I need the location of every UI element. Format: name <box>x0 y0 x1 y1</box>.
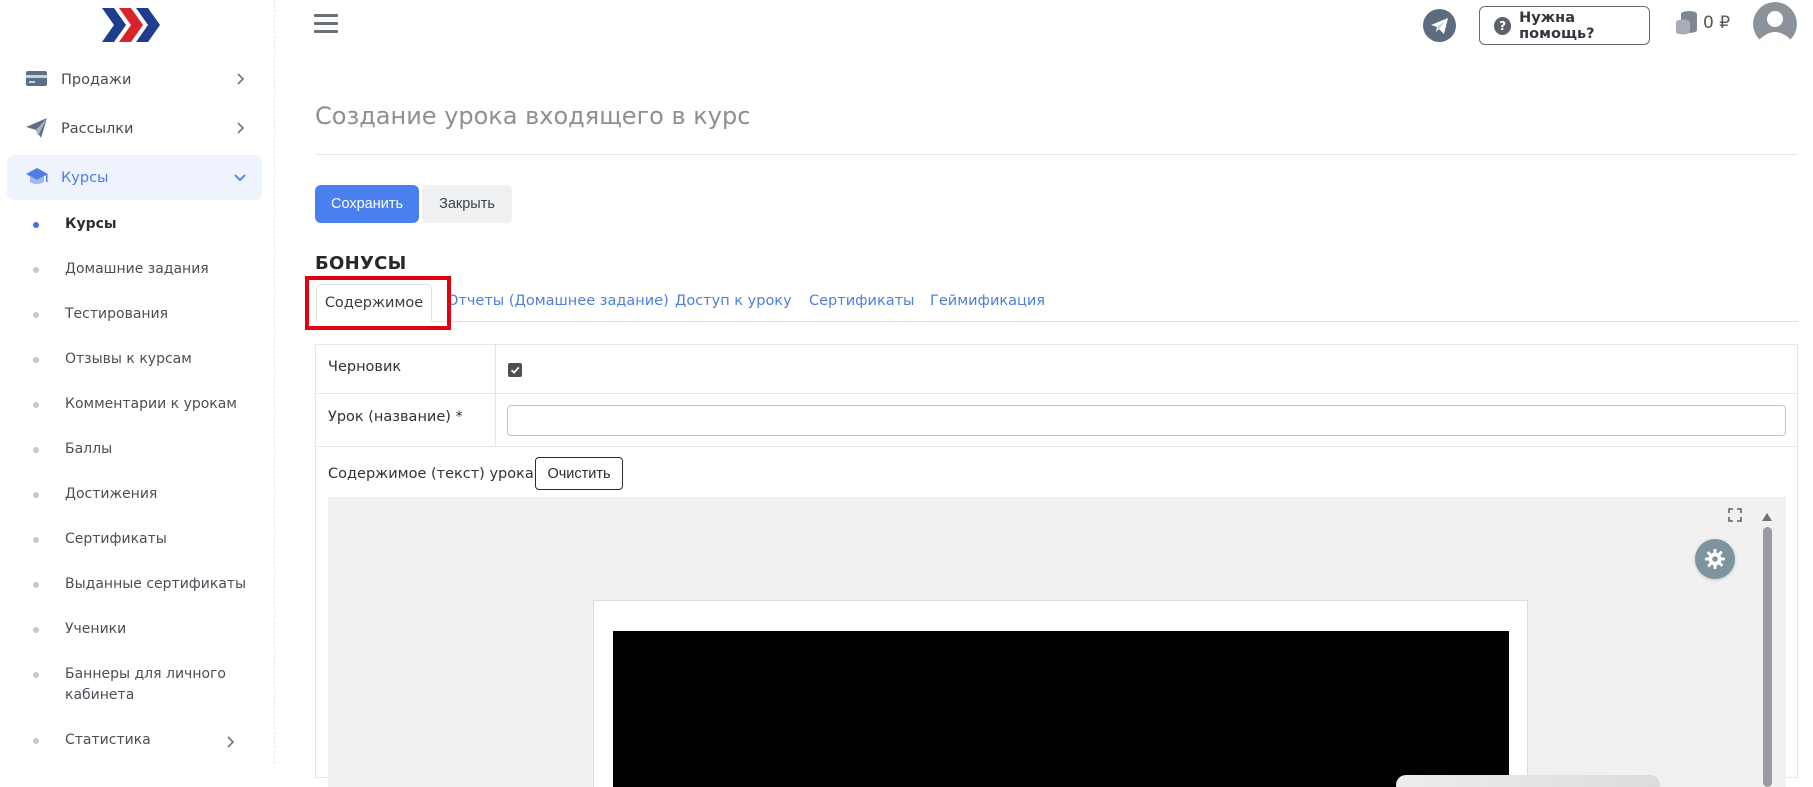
form-row-content: Содержимое (текст) урока * Очистить <box>316 447 1797 787</box>
bullet-dot <box>33 582 39 588</box>
bullet-dot <box>33 357 39 363</box>
submenu-item-label: Курсы <box>65 216 117 232</box>
graduation-cap-icon <box>25 166 49 188</box>
sidebar-item-courses[interactable]: Курсы <box>7 155 262 200</box>
fullscreen-icon[interactable] <box>1728 507 1742 522</box>
scroll-up-arrow-icon[interactable] <box>1761 507 1773 521</box>
column-divider <box>495 345 496 393</box>
content-editor[interactable] <box>328 497 1786 787</box>
chevron-right-icon <box>222 734 238 750</box>
balance-widget[interactable]: 0 ₽ <box>1675 10 1730 36</box>
scrollbar-thumb[interactable] <box>1763 527 1772 787</box>
bullet-dot <box>33 222 39 228</box>
bullet-dot <box>33 672 39 678</box>
tab-gamification[interactable]: Геймификация <box>930 293 1045 309</box>
user-avatar[interactable] <box>1753 2 1797 46</box>
telegram-icon[interactable] <box>1423 9 1456 42</box>
submenu-item-label: Ученики <box>65 621 127 637</box>
bullet-dot <box>33 492 39 498</box>
sidebar-item-label: Продажи <box>61 71 132 88</box>
coins-icon <box>1675 10 1699 36</box>
content-label: Содержимое (текст) урока * <box>328 466 546 482</box>
draft-checkbox[interactable] <box>508 363 522 377</box>
bullet-dot <box>33 627 39 633</box>
column-divider <box>495 394 496 446</box>
tab-content[interactable]: Содержимое <box>316 284 432 322</box>
tab-lesson-access[interactable]: Доступ к уроку <box>675 293 792 309</box>
question-icon: ? <box>1494 16 1512 35</box>
submenu-item-label: Выданные сертификаты <box>65 576 247 592</box>
chevron-right-icon <box>232 120 248 136</box>
lesson-form: Черновик Урок (название) * Содержимое (т… <box>315 344 1798 787</box>
form-row-lesson-name: Урок (название) * <box>316 394 1797 447</box>
brand-logo[interactable] <box>100 6 162 44</box>
submenu-item-label: Баннеры для личного кабинета <box>65 666 226 703</box>
bullet-dot <box>33 537 39 543</box>
close-button[interactable]: Закрыть <box>422 185 512 223</box>
tabs-divider <box>315 321 1798 322</box>
sidebar: Продажи Рассылки Курсы Курсы Домашние за… <box>0 0 275 764</box>
sidebar-item-label: Курсы <box>61 169 109 186</box>
sidebar-item-mailings[interactable]: Рассылки <box>7 106 262 151</box>
lesson-name-input[interactable] <box>507 405 1786 436</box>
menu-toggle-icon[interactable] <box>314 14 338 36</box>
tab-certificates[interactable]: Сертификаты <box>809 293 914 309</box>
bullet-dot <box>33 447 39 453</box>
sidebar-item-sales[interactable]: Продажи <box>7 57 262 102</box>
chevron-right-icon <box>232 71 248 87</box>
divider <box>315 154 1798 155</box>
submenu-item-label: Баллы <box>65 441 113 457</box>
page-title: Создание урока входящего в курс <box>315 102 751 130</box>
submenu-item-label: Сертификаты <box>65 531 167 547</box>
lesson-name-label: Урок (название) * <box>328 409 463 425</box>
draft-label: Черновик <box>328 359 402 375</box>
floating-toolbar[interactable] <box>1396 775 1660 787</box>
submenu-item-label: Тестирования <box>65 306 169 322</box>
balance-value: 0 ₽ <box>1703 13 1731 33</box>
submenu-item-label: Достижения <box>65 486 158 502</box>
card-icon <box>25 68 49 90</box>
save-button[interactable]: Сохранить <box>315 185 419 223</box>
bullet-dot <box>33 738 39 744</box>
content-preview <box>593 600 1528 787</box>
bullet-dot <box>33 402 39 408</box>
submenu-item-label: Отзывы к курсам <box>65 351 192 367</box>
clear-button[interactable]: Очистить <box>535 457 623 490</box>
section-title: БОНУСЫ <box>315 253 407 274</box>
form-row-draft: Черновик <box>316 345 1797 394</box>
submenu-item-label: Домашние задания <box>65 261 209 277</box>
tab-homework-reports[interactable]: Отчеты (Домашнее задание) <box>447 293 669 309</box>
paper-plane-icon <box>25 117 49 139</box>
chevron-down-icon <box>232 169 248 185</box>
gear-icon[interactable] <box>1695 539 1735 579</box>
bullet-dot <box>33 267 39 273</box>
sidebar-item-label: Рассылки <box>61 120 134 137</box>
submenu-item-label: Комментарии к урокам <box>65 396 237 412</box>
help-button[interactable]: ? Нужна помощь? <box>1479 6 1650 45</box>
bullet-dot <box>33 312 39 318</box>
help-button-label: Нужна помощь? <box>1519 9 1595 42</box>
